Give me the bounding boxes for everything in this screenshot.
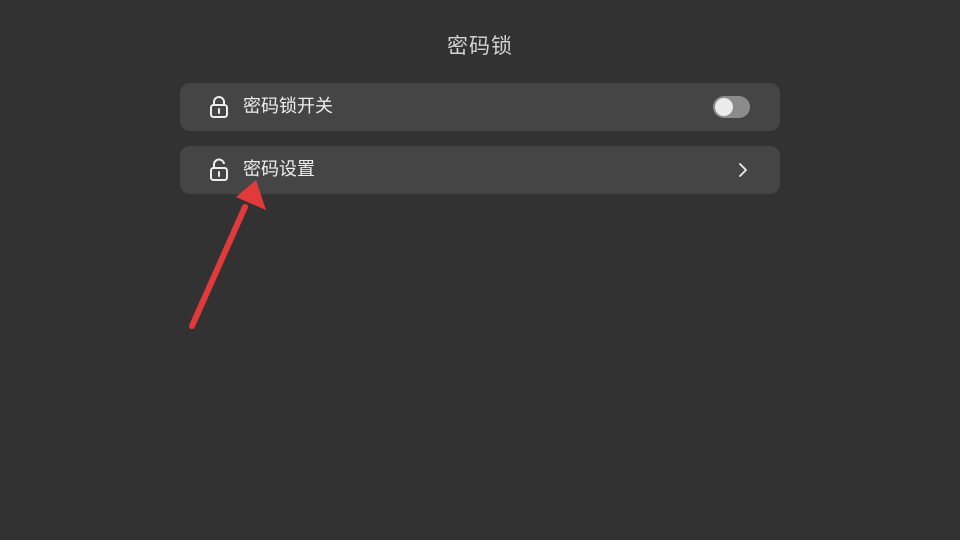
chevron-right-icon (739, 163, 747, 177)
password-lock-page: 密码锁 密码锁开关 密码设置 (0, 0, 960, 540)
lock-icon (210, 96, 228, 118)
red-arrow-icon (189, 180, 266, 329)
password-lock-toggle[interactable] (713, 96, 750, 118)
password-settings-row[interactable]: 密码设置 (180, 146, 780, 194)
page-title: 密码锁 (447, 34, 513, 58)
password-lock-switch-row[interactable]: 密码锁开关 (180, 83, 780, 131)
unlock-icon (210, 158, 228, 181)
password-lock-switch-label: 密码锁开关 (243, 96, 333, 117)
toggle-knob (715, 98, 733, 116)
password-settings-label: 密码设置 (243, 159, 315, 180)
